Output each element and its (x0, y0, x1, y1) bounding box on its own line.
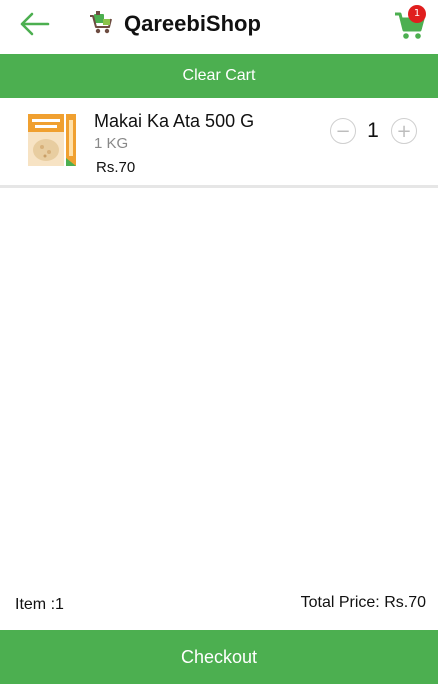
cart-count-badge: 1 (408, 5, 426, 23)
minus-icon: − (335, 120, 351, 142)
arrow-left-icon (20, 12, 50, 36)
decrease-quantity-button[interactable]: − (330, 118, 356, 144)
app-title: QareebiShop (124, 11, 261, 36)
app-header: QareebiShop 1 (0, 0, 438, 52)
item-price: Rs.70 (96, 159, 136, 176)
total-price: Total Price: Rs.70 (300, 594, 426, 611)
cart-item-row: Makai Ka Ata 500 G 1 KG Rs.70 − 1 + (0, 100, 438, 188)
item-count: Item :1 (15, 596, 64, 613)
item-name: Makai Ka Ata 500 G (94, 111, 255, 131)
clear-cart-button[interactable]: Clear Cart (0, 54, 438, 98)
checkout-button[interactable]: Checkout (0, 630, 438, 684)
plus-icon: + (396, 120, 412, 142)
quantity-value: 1 (367, 119, 379, 142)
shop-cart-logo-icon (90, 11, 112, 34)
item-weight: 1 KG (94, 135, 129, 152)
increase-quantity-button[interactable]: + (391, 118, 417, 144)
back-button[interactable] (14, 8, 54, 40)
flour-bag-image (28, 114, 76, 166)
